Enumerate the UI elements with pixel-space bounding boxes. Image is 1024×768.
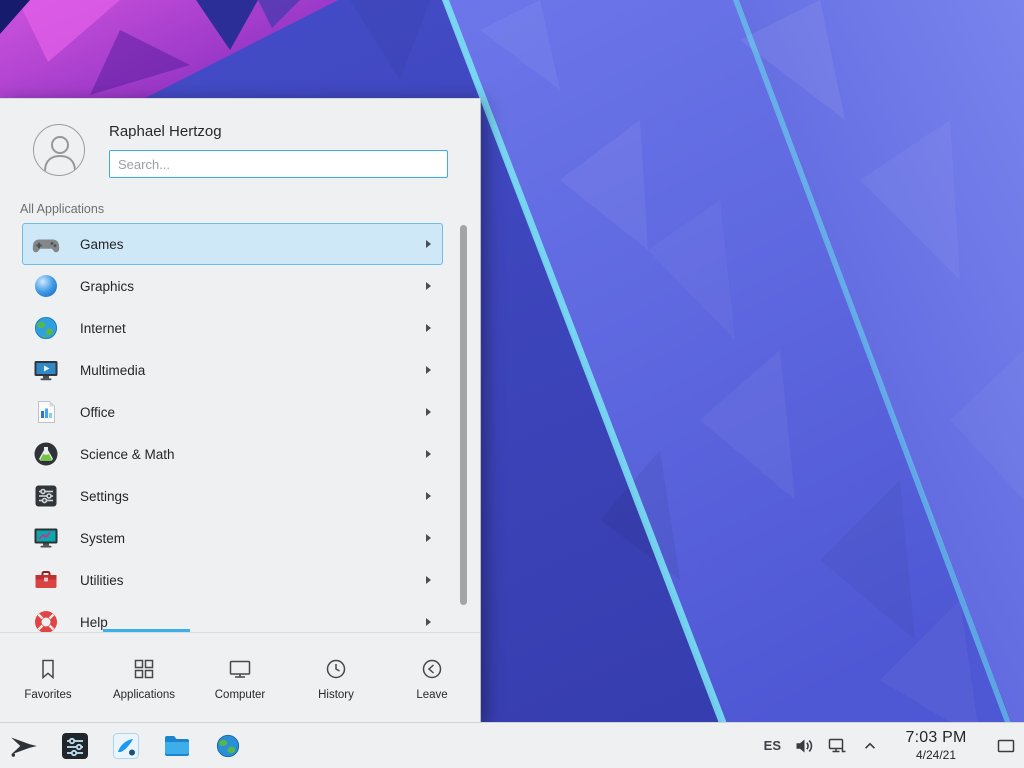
- user-name: Raphael Hertzog: [109, 123, 448, 141]
- desktop: Raphael Hertzog All Applications Games: [0, 0, 1024, 768]
- history-icon: [323, 656, 349, 682]
- scrollbar-thumb[interactable]: [460, 225, 467, 605]
- web-browser-taskbar-button[interactable]: [210, 726, 246, 766]
- category-science-math[interactable]: Science & Math: [22, 433, 443, 475]
- active-tab-indicator: [103, 629, 190, 632]
- system-tray: ES: [764, 726, 1020, 766]
- help-icon: [32, 608, 60, 632]
- category-settings[interactable]: Settings: [22, 475, 443, 517]
- taskbar-launchers: [6, 726, 246, 766]
- science-icon: [32, 440, 60, 468]
- show-desktop-button[interactable]: [992, 726, 1020, 766]
- multimedia-icon: [32, 356, 60, 384]
- submenu-arrow-icon: [426, 492, 431, 500]
- tab-favorites[interactable]: Favorites: [0, 633, 96, 722]
- text-editor-icon: [111, 731, 141, 761]
- volume-icon[interactable]: [794, 736, 814, 756]
- category-multimedia[interactable]: Multimedia: [22, 349, 443, 391]
- submenu-arrow-icon: [426, 450, 431, 458]
- category-help[interactable]: Help: [22, 601, 443, 632]
- section-label: All Applications: [20, 202, 104, 216]
- category-system[interactable]: System: [22, 517, 443, 559]
- application-launcher-icon: [8, 730, 40, 762]
- settings-icon: [32, 482, 60, 510]
- category-games[interactable]: Games: [22, 223, 443, 265]
- utilities-icon: [32, 566, 60, 594]
- user-avatar[interactable]: [33, 124, 85, 176]
- category-internet[interactable]: Internet: [22, 307, 443, 349]
- launcher-footer-tabs: Favorites Applications: [0, 632, 480, 722]
- network-icon[interactable]: [827, 736, 847, 756]
- office-icon: [32, 398, 60, 426]
- tab-applications[interactable]: Applications: [96, 633, 192, 722]
- tab-history[interactable]: History: [288, 633, 384, 722]
- submenu-arrow-icon: [426, 282, 431, 290]
- show-desktop-icon: [996, 736, 1016, 756]
- category-utilities[interactable]: Utilities: [22, 559, 443, 601]
- clock[interactable]: 7:03 PM 4/24/21: [897, 730, 975, 761]
- submenu-arrow-icon: [426, 408, 431, 416]
- search-input[interactable]: [109, 150, 448, 178]
- favorites-icon: [35, 656, 61, 682]
- system-icon: [32, 524, 60, 552]
- file-manager-taskbar-button[interactable]: [159, 726, 195, 766]
- applications-icon: [131, 656, 157, 682]
- file-manager-icon: [162, 731, 192, 761]
- keyboard-layout-indicator[interactable]: ES: [764, 738, 781, 753]
- system-settings-icon: [60, 731, 90, 761]
- clock-date: 4/24/21: [916, 749, 956, 761]
- category-office[interactable]: Office: [22, 391, 443, 433]
- web-browser-icon: [214, 732, 242, 760]
- submenu-arrow-icon: [426, 240, 431, 248]
- category-list: Games Graphics: [0, 223, 480, 632]
- internet-icon: [32, 314, 60, 342]
- text-editor-taskbar-button[interactable]: [108, 726, 144, 766]
- user-icon: [34, 125, 85, 176]
- application-launcher-button[interactable]: [6, 726, 42, 766]
- submenu-arrow-icon: [426, 618, 431, 626]
- expand-tray-icon[interactable]: [860, 736, 880, 756]
- submenu-arrow-icon: [426, 576, 431, 584]
- taskbar: ES: [0, 722, 1024, 768]
- graphics-icon: [32, 272, 60, 300]
- submenu-arrow-icon: [426, 324, 431, 332]
- leave-icon: [419, 656, 445, 682]
- games-icon: [32, 230, 60, 258]
- computer-icon: [227, 656, 253, 682]
- category-graphics[interactable]: Graphics: [22, 265, 443, 307]
- tab-computer[interactable]: Computer: [192, 633, 288, 722]
- clock-time: 7:03 PM: [906, 730, 967, 746]
- system-settings-taskbar-button[interactable]: [57, 726, 93, 766]
- application-launcher-menu: Raphael Hertzog All Applications Games: [0, 98, 481, 722]
- launcher-header: Raphael Hertzog: [0, 99, 480, 195]
- submenu-arrow-icon: [426, 366, 431, 374]
- submenu-arrow-icon: [426, 534, 431, 542]
- tab-leave[interactable]: Leave: [384, 633, 480, 722]
